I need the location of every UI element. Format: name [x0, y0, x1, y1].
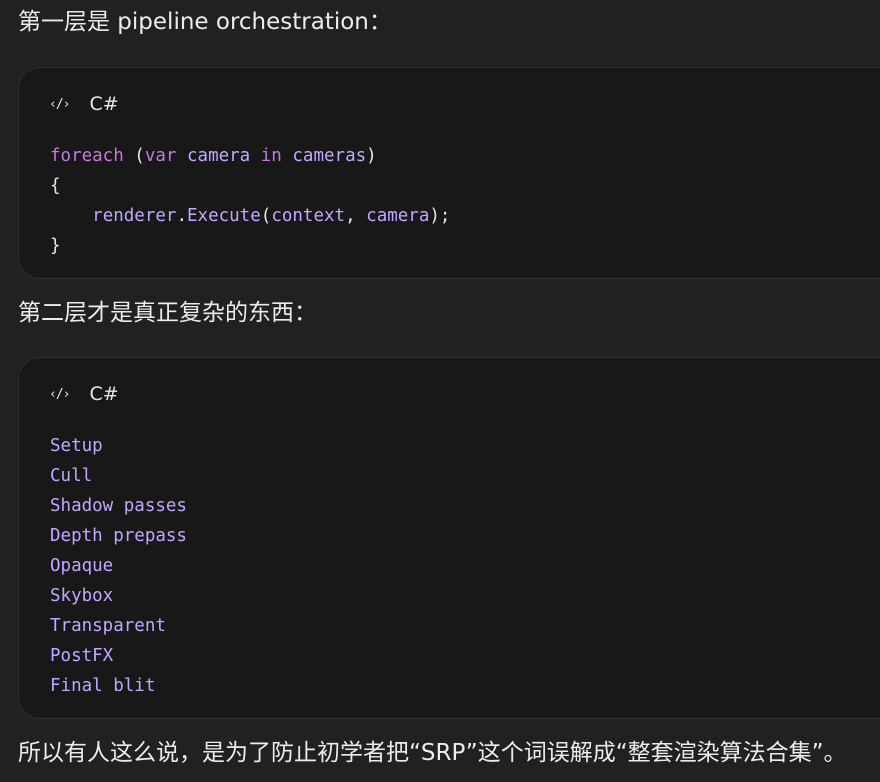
code-token: );	[429, 206, 451, 226]
code-line: Shadow passes	[50, 496, 187, 516]
code-block-foreach: ‹/› C# foreach (var camera in cameras){ …	[18, 67, 880, 279]
code-token: camera	[187, 146, 251, 166]
code-line: Cull	[50, 466, 93, 486]
code-token: var	[144, 146, 177, 166]
code-token: camera	[366, 206, 430, 226]
code-token: Execute	[187, 206, 261, 226]
code-token: (	[260, 206, 272, 226]
code-language-label: C#	[89, 383, 119, 405]
code-line: Final blit	[50, 676, 156, 696]
code-line: Opaque	[50, 556, 114, 576]
code-line: Transparent	[50, 616, 166, 636]
paragraph-pipeline-orchestration: 第一层是 pipeline orchestration：	[18, 9, 392, 35]
code-block-header: ‹/› C#	[49, 92, 119, 116]
code-line: {	[50, 176, 61, 196]
code-line: }	[50, 236, 61, 256]
code-block-pass-list: ‹/› C# Setup Cull Shadow passes Depth prepa…	[18, 357, 880, 719]
code-line: foreach (var camera in cameras)	[50, 141, 450, 171]
code-line: Depth prepass	[50, 526, 187, 546]
code-content: Setup Cull Shadow passes Depth prepass Opaqu…	[50, 431, 187, 701]
code-token: in	[260, 146, 282, 166]
code-token: foreach	[50, 146, 124, 166]
code-token: renderer	[92, 206, 177, 226]
code-token: cameras	[292, 146, 367, 166]
code-line: Skybox	[50, 586, 114, 606]
code-token: context	[271, 206, 346, 226]
code-token: (	[123, 146, 145, 166]
code-token: ,	[345, 206, 367, 226]
code-line: renderer.Execute(context, camera);	[50, 201, 450, 231]
code-icon: ‹/›	[49, 96, 71, 112]
code-icon: ‹/›	[49, 386, 71, 402]
code-content: foreach (var camera in cameras){ rendere…	[50, 141, 450, 261]
code-token: .	[176, 206, 187, 226]
code-line: Setup	[50, 436, 103, 456]
paragraph-srp-explanation: 所以有人这么说，是为了防止初学者把“SRP”这个词误解成“整套渲染算法合集”。	[18, 740, 847, 766]
code-token: )	[366, 146, 377, 166]
code-language-label: C#	[89, 93, 119, 115]
paragraph-second-layer: 第二层才是真正复杂的东西：	[18, 300, 317, 326]
code-line: PostFX	[50, 646, 114, 666]
code-block-header: ‹/› C#	[49, 382, 119, 406]
